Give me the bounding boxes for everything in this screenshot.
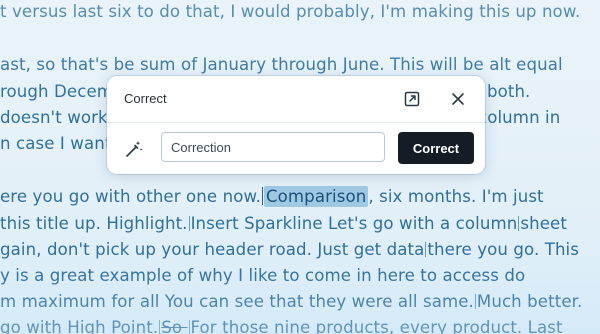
transcript-text: column in xyxy=(478,108,561,127)
edit-marker xyxy=(188,320,190,334)
transcript-line: n case I want xyxy=(0,134,111,153)
open-external-button[interactable] xyxy=(401,88,423,110)
correct-dialog: Correct Correct xyxy=(107,76,485,174)
transcript-line: y is a great example of why I like to co… xyxy=(0,266,525,285)
transcript-line: gain, don't pick up your header road. Ju… xyxy=(0,240,579,259)
correction-input[interactable] xyxy=(161,132,385,162)
transcript-text: m maximum for all You can see that they … xyxy=(0,292,474,311)
transcript-text: this title up. Highlight. xyxy=(0,214,188,233)
transcript-line: doesn't work column in xyxy=(0,108,560,127)
transcript-text: Much better. xyxy=(476,292,583,311)
open-external-icon xyxy=(403,90,421,108)
text-caret xyxy=(261,187,263,205)
transcript-text: gain, don't pick up your header road. Ju… xyxy=(0,240,425,259)
edit-marker xyxy=(188,216,190,231)
transcript-line: go with High Point. So For those nine pro… xyxy=(0,318,563,334)
transcript-text: For those nine products, every product. … xyxy=(190,318,563,334)
transcript-line: ere you go with other one now. Comparison… xyxy=(0,186,544,207)
transcript-text: go with High Point. xyxy=(0,318,159,334)
transcript-text: y is a great example of why I like to co… xyxy=(0,266,526,285)
transcript-line: this title up. Highlight. Insert Sparklin… xyxy=(0,214,567,233)
transcript-text: ere you go with other one now. xyxy=(0,187,261,206)
magic-wand-icon xyxy=(124,139,144,159)
transcript-line: m maximum for all You can see that they … xyxy=(0,292,582,311)
dialog-title: Correct xyxy=(124,91,167,106)
edit-marker xyxy=(474,294,476,309)
transcript-text: rough Decem xyxy=(0,82,114,101)
transcript-text: sheet xyxy=(520,214,567,233)
selected-word: Comparison xyxy=(263,186,369,207)
transcript-text: t versus last six to do that, I would pr… xyxy=(0,2,581,21)
close-icon xyxy=(451,92,465,106)
close-button[interactable] xyxy=(447,88,469,110)
transcript-line: t versus last six to do that, I would pr… xyxy=(0,2,580,21)
dialog-divider xyxy=(107,122,485,123)
transcript-text: Insert Sparkline Let's go with a column xyxy=(190,214,518,233)
transcript-text: ast, so that's be sum of January through… xyxy=(0,55,563,74)
transcript-line: rough Decem em both. xyxy=(0,82,530,101)
transcript-text: doesn't work xyxy=(0,108,108,127)
deleted-word: So xyxy=(161,318,188,334)
transcript-text: , six months. I'm just xyxy=(368,187,544,206)
transcript-text: there you go. This xyxy=(427,240,580,259)
correct-button[interactable]: Correct xyxy=(398,132,474,164)
transcript-text: n case I want xyxy=(0,134,112,153)
transcript-line: ast, so that's be sum of January through… xyxy=(0,55,563,74)
